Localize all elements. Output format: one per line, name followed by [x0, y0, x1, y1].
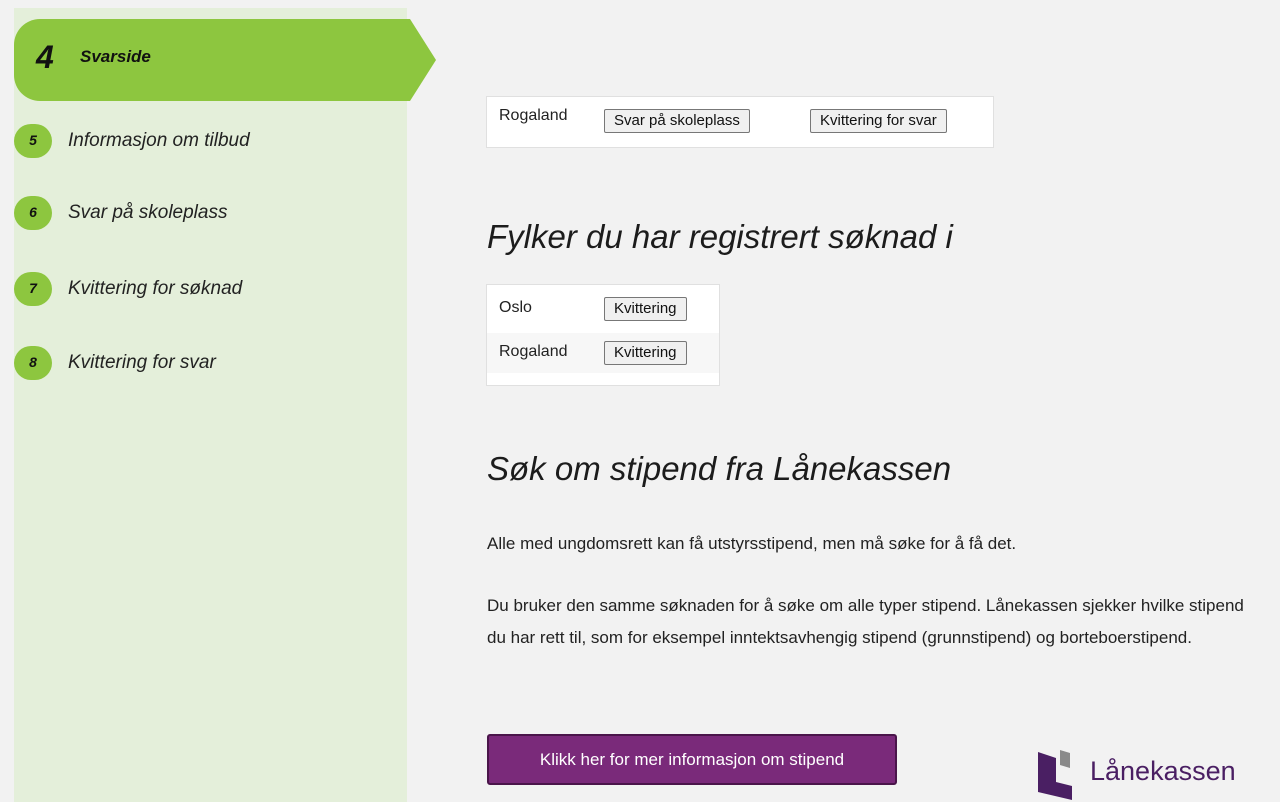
step-number-badge: 6: [14, 196, 52, 230]
stipend-details-text: Du bruker den samme søknaden for å søke …: [487, 596, 1244, 647]
current-step-svarside: 4 Svarside: [14, 19, 436, 101]
step-number-badge: 8: [14, 346, 52, 380]
answer-row: Rogaland Svar på skoleplass Kvittering f…: [487, 101, 993, 141]
receipt-button-rogaland[interactable]: Kvittering: [604, 341, 687, 365]
stipend-info-button[interactable]: Klikk her for mer informasjon om stipend: [487, 734, 897, 785]
county-label: Rogaland: [499, 343, 568, 360]
step-number-badge: 7: [14, 272, 52, 306]
step-label: Kvittering for svar: [68, 352, 216, 373]
current-step-label: Svarside: [80, 47, 151, 66]
receipt-button-oslo[interactable]: Kvittering: [604, 297, 687, 321]
logo-wordmark: Lånekassen: [1090, 756, 1236, 786]
stipend-intro-text: Alle med ungdomsrett kan få utstyrsstipe…: [487, 534, 1017, 553]
step-label: Kvittering for søknad: [68, 278, 243, 299]
step-sidebar: 4 Svarside 5 Informasjon om tilbud 6 Sva…: [14, 8, 436, 802]
answer-school-place-button[interactable]: Svar på skoleplass: [604, 109, 750, 133]
current-step-number: 4: [36, 39, 54, 75]
answer-box: Rogaland Svar på skoleplass Kvittering f…: [486, 96, 994, 148]
stipend-heading: Søk om stipend fra Lånekassen: [487, 450, 952, 487]
table-row: Oslo Kvittering: [487, 289, 719, 329]
step-label: Informasjon om tilbud: [68, 130, 250, 151]
lanekassen-logo-icon: [1038, 750, 1072, 800]
step-number-badge: 5: [14, 124, 52, 158]
registered-counties-heading: Fylker du har registrert søknad i: [487, 218, 953, 255]
lanekassen-logo[interactable]: Lånekassen: [1036, 748, 1280, 800]
county-label: Oslo: [499, 299, 532, 316]
answer-receipt-button[interactable]: Kvittering for svar: [810, 109, 947, 133]
table-row: Rogaland Kvittering: [487, 333, 719, 373]
registered-counties-table: Oslo Kvittering Rogaland Kvittering: [486, 284, 720, 386]
county-label: Rogaland: [499, 107, 568, 124]
step-label: Svar på skoleplass: [68, 202, 228, 223]
